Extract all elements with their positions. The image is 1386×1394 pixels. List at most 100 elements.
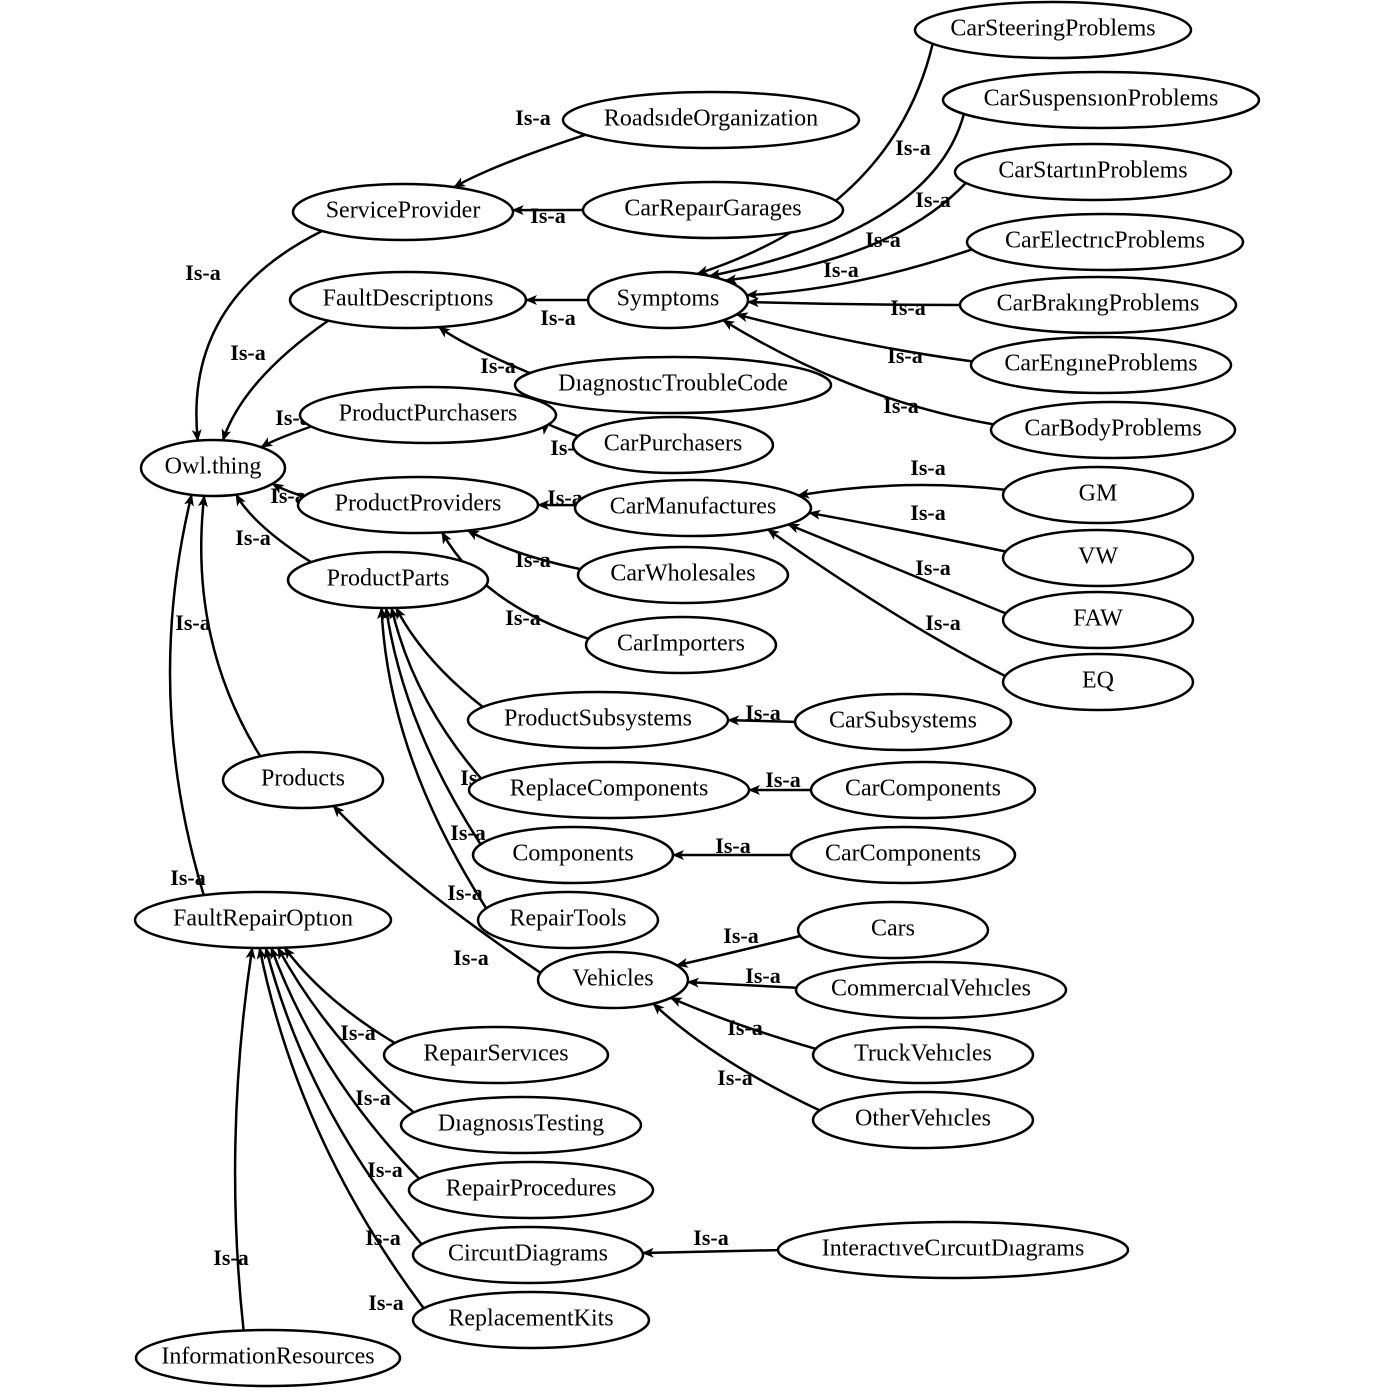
edge-CarBrakingProblems-to-Symptoms (748, 302, 960, 305)
node-CarSubsystems: CarSubsystems (795, 694, 1011, 750)
node-CarBrakingProblems: CarBrakıngProblems (960, 277, 1236, 333)
node-GM: GM (1003, 467, 1193, 523)
node-label: CarImporters (617, 631, 745, 657)
node-FAW: FAW (1003, 592, 1193, 648)
edge-label: Is-a (910, 455, 945, 480)
edge-label: Is-a (515, 105, 550, 130)
node-label: RepairProcedures (446, 1176, 617, 1202)
node-FaultDescriptions: FaultDescriptıons (290, 272, 526, 328)
node-CarSteeringProblems: CarSteeringProblems (915, 2, 1191, 58)
node-OtherVehicles: OtherVehıcles (813, 1092, 1033, 1148)
edge-label: Is-a (530, 203, 565, 228)
edge-label: Is-a (505, 605, 540, 630)
node-CarBodyProblems: CarBodyProblems (991, 402, 1235, 458)
node-label: RepairTools (510, 906, 627, 932)
node-RepairServices: RepaırServıces (384, 1027, 608, 1083)
node-ReplaceComponents: ReplaceComponents (469, 762, 749, 818)
node-CarManufactures: CarManufactures (575, 480, 811, 536)
node-DiagnosisTesting: DıagnosısTesting (401, 1097, 641, 1153)
node-label: Products (261, 766, 345, 792)
node-CarElectricProblems: CarElectrıcProblems (967, 214, 1243, 270)
edge-label: Is-a (185, 260, 220, 285)
node-Cars: Cars (798, 902, 988, 958)
node-Products: Products (223, 752, 383, 808)
node-label: CarWholesales (610, 561, 755, 587)
node-InteractiveCircuitDiagrams: InteractıveCırcuıtDıagrams (778, 1222, 1128, 1278)
node-ReplacementKits: ReplacementKits (413, 1292, 649, 1348)
node-ProductSubsystems: ProductSubsystems (468, 692, 728, 748)
edge-label: Is-a (910, 500, 945, 525)
node-Components: Components (473, 827, 673, 883)
node-CarEngineProblems: CarEngıneProblems (971, 337, 1231, 393)
node-label: OtherVehıcles (855, 1106, 991, 1132)
node-label: Components (512, 841, 633, 867)
edge-label: Is-a (230, 340, 265, 365)
node-label: TruckVehıcles (854, 1041, 992, 1067)
node-label: CarComponents (845, 776, 1001, 802)
edge-label: Is-a (915, 555, 950, 580)
node-label: DıagnosısTesting (438, 1111, 604, 1137)
node-Symptoms: Symptoms (588, 272, 748, 328)
edge-InteractiveCircuitDiagrams-to-CircuitDiagrams (643, 1250, 778, 1253)
node-label: ProductSubsystems (504, 706, 692, 732)
node-label: ProductParts (327, 566, 450, 592)
edge-label: Is-a (170, 865, 205, 890)
node-label: InformationResources (161, 1344, 374, 1370)
node-VW: VW (1003, 530, 1193, 586)
edge-label: Is-a (723, 923, 758, 948)
edge-RoadsideOrganization-to-ServiceProvider (454, 135, 585, 187)
node-label: RepaırServıces (423, 1041, 568, 1067)
node-label: CommercıalVehıcles (831, 976, 1031, 1002)
ontology-diagram: Is-a Is-a Is-a Is-a Is-a Is-a Is-a Is-a Is-a Is-a… (0, 0, 1386, 1394)
node-CarComponents1: CarComponents (811, 762, 1035, 818)
node-CarComponents2: CarComponents (791, 827, 1015, 883)
node-CarPurchasers: CarPurchasers (573, 417, 773, 473)
node-CarStartinProblems: CarStartınProblems (955, 144, 1231, 200)
edge-label: Is-a (925, 610, 960, 635)
edge-RepairTools-to-ProductParts (382, 608, 487, 908)
node-label: CarStartınProblems (998, 158, 1187, 184)
edge-label: Is-a (865, 227, 900, 252)
node-label: FAW (1073, 606, 1123, 632)
edge-label: Is-a (693, 1225, 728, 1250)
edge-ProductSubsystems-to-ProductParts (396, 608, 483, 707)
edge-label: Is-a (213, 1245, 248, 1270)
node-label: CarSubsystems (829, 708, 977, 734)
edge-label: Is-a (480, 353, 515, 378)
node-Vehicles: Vehicles (538, 952, 688, 1008)
node-label: Owl.thing (165, 454, 262, 480)
node-label: CarComponents (825, 841, 981, 867)
node-label: ProductPurchasers (339, 401, 518, 427)
node-label: GM (1079, 481, 1118, 507)
node-label: ServiceProvider (326, 198, 481, 224)
node-label: Cars (871, 916, 915, 942)
node-CarWholesales: CarWholesales (578, 547, 788, 603)
node-label: CarElectrıcProblems (1005, 228, 1205, 254)
edge-label: Is-a (540, 305, 575, 330)
edge-label: Is-a (745, 700, 780, 725)
node-label: CarBrakıngProblems (997, 291, 1200, 317)
node-label: DıagnostıcTroubleCode (558, 371, 788, 397)
node-InformationResources: InformationResources (136, 1330, 400, 1386)
node-label: Symptoms (617, 286, 720, 312)
node-RoadsideOrganization: RoadsıdeOrganization (563, 92, 859, 148)
edge-label: Is-a (453, 945, 488, 970)
edge-label: Is-a (883, 393, 918, 418)
node-ProductProviders: ProductProviders (298, 477, 538, 533)
edge-label: Is-a (717, 1065, 752, 1090)
node-ProductParts: ProductParts (288, 552, 488, 608)
node-ServiceProvider: ServiceProvider (293, 184, 513, 240)
node-CarSuspensionProblems: CarSuspensıonProblems (943, 72, 1259, 128)
edge-label: Is-a (340, 1020, 375, 1045)
edge-FaultRepairOption-to-OwlThing (170, 495, 204, 896)
node-label: InteractıveCırcuıtDıagrams (822, 1236, 1085, 1262)
edge-label: Is-a (887, 343, 922, 368)
edge-GM-to-CarManufactures (798, 485, 1004, 495)
node-label: Vehicles (572, 966, 653, 992)
node-label: FaultRepairOptıon (173, 906, 353, 932)
node-label: CarEngıneProblems (1004, 351, 1197, 377)
node-RepairProcedures: RepairProcedures (409, 1162, 653, 1218)
edge-label: Is-a (715, 833, 750, 858)
edge-label: Is-a (890, 295, 925, 320)
node-TruckVehicles: TruckVehıcles (813, 1027, 1033, 1083)
